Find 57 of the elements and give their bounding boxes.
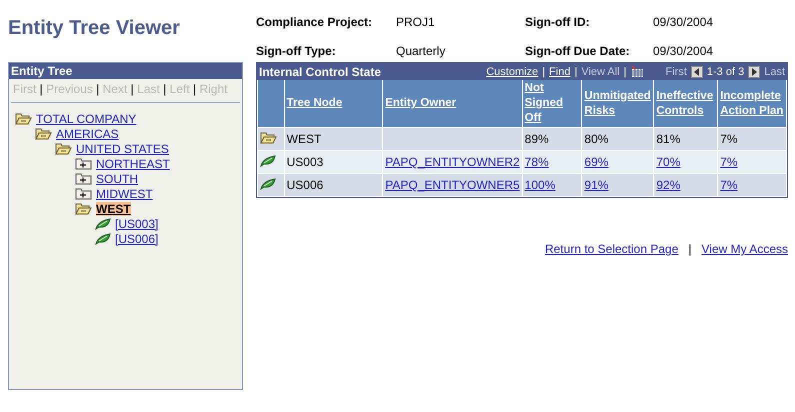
field-value: 09/30/2004 <box>653 44 714 60</box>
tree-node-link[interactable]: TOTAL COMPANY <box>36 112 136 126</box>
cell-link[interactable]: 7% <box>720 155 738 169</box>
last-link[interactable]: Last <box>764 66 785 78</box>
table-cell: 80% <box>584 132 608 146</box>
field-label: Sign-off Type: <box>256 44 337 60</box>
cell-link[interactable]: 7% <box>720 178 738 192</box>
separator: | <box>193 82 196 96</box>
leaf-icon <box>260 178 276 190</box>
field-label: Sign-off ID: <box>525 15 591 31</box>
page-link[interactable]: View My Access <box>702 242 788 256</box>
panel-title: Entity Tree <box>9 63 242 79</box>
customize-link[interactable]: Customize <box>486 66 538 78</box>
find-link[interactable]: Find <box>549 66 570 78</box>
grid-download-icon[interactable] <box>630 66 644 78</box>
expand-folder-icon[interactable] <box>75 172 92 184</box>
separator: | <box>624 66 626 78</box>
separator: | <box>542 66 546 78</box>
field-value: PROJ1 <box>396 15 436 31</box>
separator: | <box>96 82 100 96</box>
next-icon[interactable] <box>748 66 760 78</box>
separator: | <box>40 82 43 96</box>
tree-node-link[interactable]: NORTHEAST <box>96 156 170 170</box>
folder-icon <box>260 132 277 144</box>
view-all-link[interactable]: View All <box>581 66 620 78</box>
tree-node-link[interactable]: WEST <box>96 202 131 216</box>
separator: | <box>163 82 166 96</box>
table-cell: 89% <box>524 132 549 146</box>
separator: | <box>130 82 134 96</box>
field-label: Sign-off Due Date: <box>525 44 631 60</box>
leaf-icon <box>95 218 111 230</box>
table-cell: 81% <box>656 132 680 146</box>
grid-title: Internal Control State <box>259 64 382 78</box>
tree-node-link[interactable]: [US006] <box>115 232 158 246</box>
field-label: Compliance Project: <box>256 15 374 31</box>
field-value: 09/30/2004 <box>653 15 714 31</box>
row-range: 1-3 of 3 <box>706 66 744 78</box>
table-cell: 7% <box>720 132 738 146</box>
tree-node-link[interactable]: AMERICAS <box>56 126 119 140</box>
field-value: Quarterly <box>396 44 446 60</box>
page-title: Entity Tree Viewer <box>8 16 181 41</box>
separator: | <box>574 66 578 78</box>
first-link[interactable]: First <box>666 66 687 78</box>
table-cell: WEST <box>286 132 322 146</box>
expand-folder-icon[interactable] <box>75 158 92 170</box>
leaf-icon <box>260 154 276 166</box>
expand-folder-icon[interactable] <box>75 188 92 200</box>
tree-node-link[interactable]: UNITED STATES <box>76 142 169 156</box>
previous-icon[interactable] <box>690 66 703 78</box>
table-cell: US006 <box>286 178 324 192</box>
leaf-icon <box>95 232 111 244</box>
page-link[interactable]: Return to Selection Page <box>544 242 678 256</box>
table-cell: US003 <box>286 155 324 169</box>
tree-node-link[interactable]: MIDWEST <box>96 186 153 200</box>
separator: | <box>688 242 692 256</box>
tree-node-link[interactable]: SOUTH <box>96 172 138 186</box>
tree-node-link[interactable]: [US003] <box>115 216 158 230</box>
